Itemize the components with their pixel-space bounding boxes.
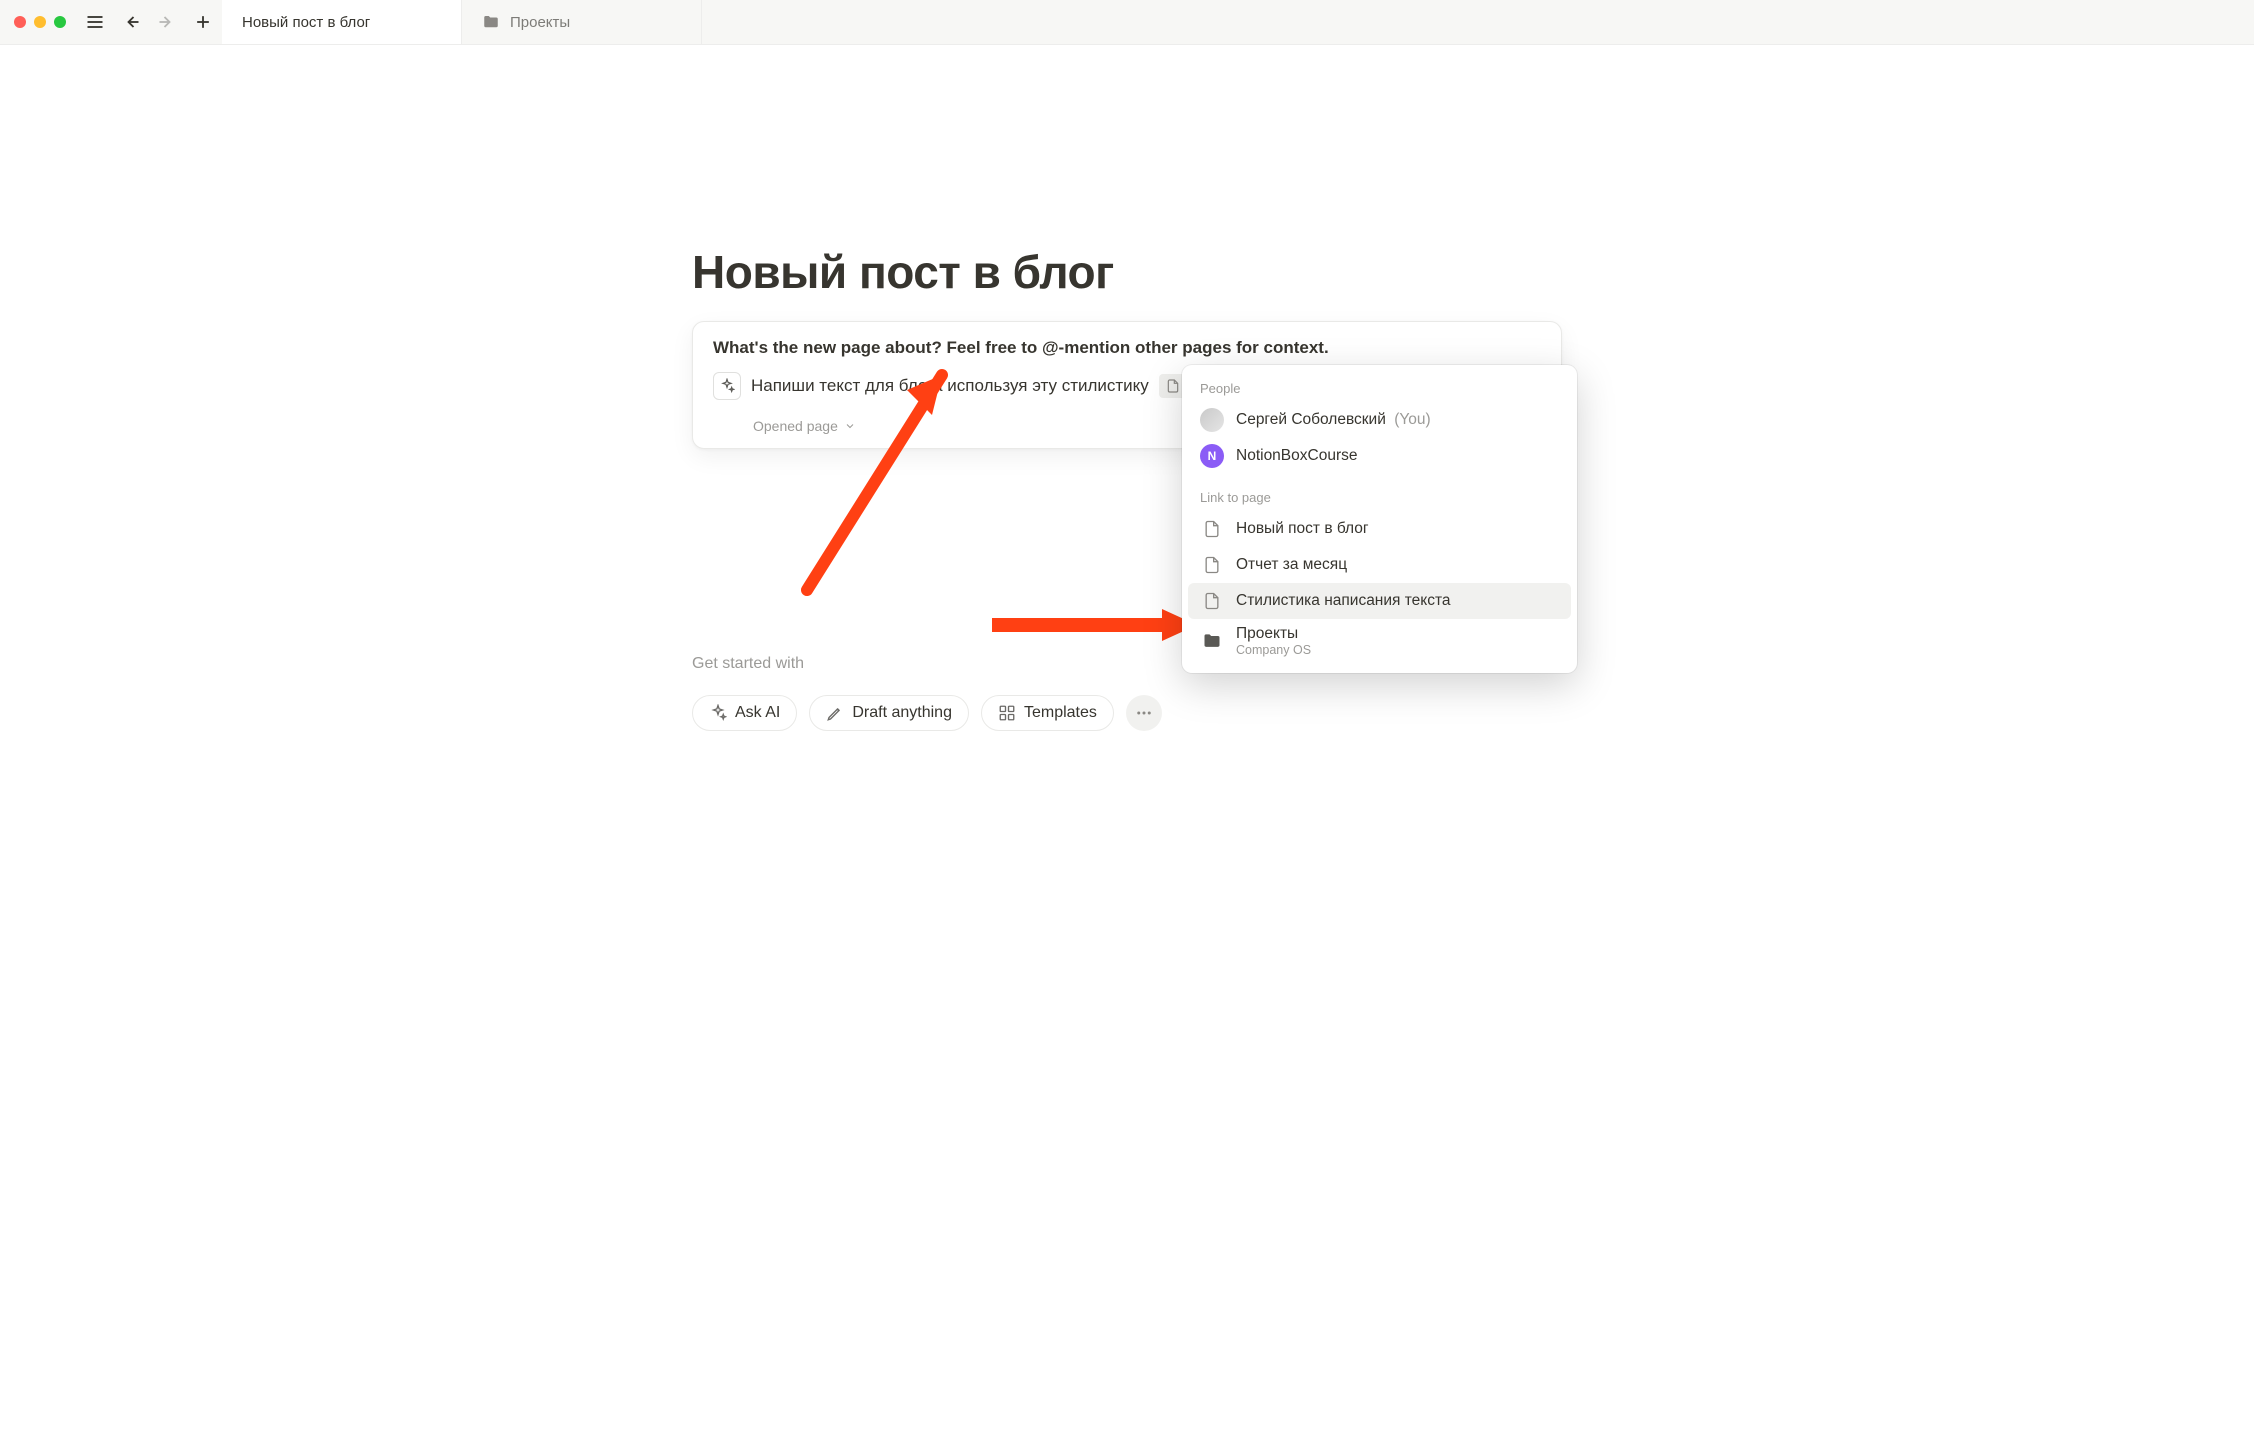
page-icon — [1200, 517, 1224, 541]
minimize-window-button[interactable] — [34, 16, 46, 28]
page-title[interactable]: Новый пост в блог — [692, 245, 1562, 299]
page-label: Проекты — [1236, 625, 1311, 643]
page-icon — [1200, 553, 1224, 577]
tab-new-blog-post[interactable]: Новый пост в блог — [222, 0, 462, 44]
sparkle-icon — [709, 704, 727, 722]
more-options-button[interactable] — [1126, 695, 1162, 731]
page-sublabel: Company OS — [1236, 643, 1311, 657]
mention-page-projects[interactable]: Проекты Company OS — [1188, 619, 1571, 663]
ai-sparkle-icon — [713, 372, 741, 400]
mention-person-sergey[interactable]: Сергей Соболевский (You) — [1188, 402, 1571, 438]
mention-person-notionboxcourse[interactable]: N NotionBoxCourse — [1188, 438, 1571, 474]
folder-icon — [482, 13, 500, 31]
mention-page-monthly-report[interactable]: Отчет за месяц — [1188, 547, 1571, 583]
mention-popup: People Сергей Соболевский (You) N Notion… — [1182, 365, 1577, 673]
popup-section-link: Link to page — [1188, 484, 1571, 511]
page-label: Стилистика написания текста — [1236, 592, 1451, 610]
folder-icon — [1200, 629, 1224, 653]
popup-section-people: People — [1188, 375, 1571, 402]
tab-label: Новый пост в блог — [242, 14, 370, 31]
menu-icon[interactable] — [84, 11, 106, 33]
avatar-icon — [1200, 408, 1224, 432]
ai-card-header: What's the new page about? Feel free to … — [713, 338, 1541, 358]
ai-prompt-text: Напиши текст для блога используя эту сти… — [751, 376, 1149, 396]
topbar: Новый пост в блог Проекты — [0, 0, 2254, 45]
back-icon[interactable] — [120, 11, 142, 33]
get-started-pills: Ask AI Draft anything Templates — [692, 695, 1162, 731]
page-label: Отчет за месяц — [1236, 556, 1347, 574]
tab-label: Проекты — [510, 14, 570, 31]
dots-icon — [1135, 704, 1153, 722]
page: Новый пост в блог What's the new page ab… — [0, 45, 2254, 449]
annotation-arrow-2 — [982, 605, 1202, 645]
pill-label: Draft anything — [852, 704, 952, 722]
tabs: Новый пост в блог Проекты — [222, 0, 702, 44]
window-controls — [0, 16, 80, 28]
page-link-icon — [1165, 378, 1181, 394]
pill-label: Ask AI — [735, 704, 780, 722]
templates-button[interactable]: Templates — [981, 695, 1114, 731]
ai-footer-label: Opened page — [753, 418, 838, 434]
draft-anything-button[interactable]: Draft anything — [809, 695, 969, 731]
maximize-window-button[interactable] — [54, 16, 66, 28]
topbar-nav-icons — [80, 11, 222, 33]
avatar-icon: N — [1200, 444, 1224, 468]
get-started-label: Get started with — [692, 655, 804, 673]
tab-projects[interactable]: Проекты — [462, 0, 702, 44]
person-name: NotionBoxCourse — [1236, 447, 1357, 465]
close-window-button[interactable] — [14, 16, 26, 28]
forward-icon — [156, 11, 178, 33]
page-icon — [1200, 589, 1224, 613]
page-content: Новый пост в блог What's the new page ab… — [692, 245, 1562, 449]
chevron-down-icon — [844, 420, 856, 432]
pill-label: Templates — [1024, 704, 1097, 722]
mention-page-styling[interactable]: Стилистика написания текста — [1188, 583, 1571, 619]
pencil-icon — [826, 704, 844, 722]
page-label: Новый пост в блог — [1236, 520, 1369, 538]
new-tab-icon[interactable] — [192, 11, 214, 33]
person-name: Сергей Соболевский — [1236, 411, 1386, 428]
you-badge: (You) — [1394, 411, 1430, 428]
templates-icon — [998, 704, 1016, 722]
ask-ai-button[interactable]: Ask AI — [692, 695, 797, 731]
mention-page-new-blog[interactable]: Новый пост в блог — [1188, 511, 1571, 547]
